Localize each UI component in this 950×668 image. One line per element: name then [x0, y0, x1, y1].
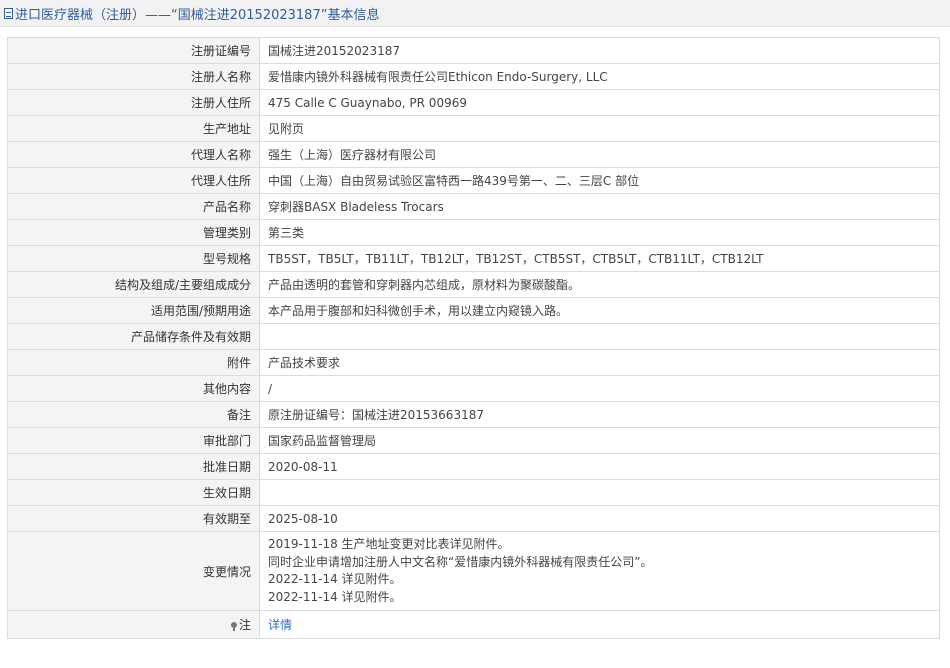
- table-row: 代理人住所 中国（上海）自由贸易试验区富特西一路439号第一、二、三层C 部位: [7, 167, 940, 194]
- field-label-note: 注: [7, 610, 260, 639]
- document-icon: [4, 7, 13, 19]
- field-label-expiry-date: 有效期至: [7, 505, 260, 532]
- table-row: 注册人住所 475 Calle C Guaynabo, PR 00969: [7, 89, 940, 116]
- table-row: 注册人名称 爱惜康内镜外科器械有限责任公司Ethicon Endo-Surger…: [7, 63, 940, 90]
- field-label-changes: 变更情况: [7, 531, 260, 611]
- field-label-model-spec: 型号规格: [7, 245, 260, 272]
- change-line: 2022-11-14 详见附件。: [268, 572, 402, 586]
- field-label-agent-name: 代理人名称: [7, 141, 260, 168]
- table-row: 附件 产品技术要求: [7, 349, 940, 376]
- table-row: 其他内容 /: [7, 375, 940, 402]
- field-label-other: 其他内容: [7, 375, 260, 402]
- field-value-storage: [259, 323, 940, 350]
- field-value-approval-date: 2020-08-11: [259, 453, 940, 480]
- field-label-approval-date: 批准日期: [7, 453, 260, 480]
- table-row: 审批部门 国家药品监督管理局: [7, 427, 940, 454]
- table-row: 结构及组成/主要组成成分 产品由透明的套管和穿刺器内芯组成，原材料为聚碳酸酯。: [7, 271, 940, 298]
- table-row: 有效期至 2025-08-10: [7, 505, 940, 532]
- table-row: 变更情况 2019-11-18 生产地址变更对比表详见附件。 同时企业申请增加注…: [7, 531, 940, 611]
- page-title: 进口医疗器械（注册）——“国械注进20152023187”基本信息: [15, 7, 380, 23]
- field-label-approval-dept: 审批部门: [7, 427, 260, 454]
- field-label-registration-number: 注册证编号: [7, 37, 260, 64]
- field-label-production-address: 生产地址: [7, 115, 260, 142]
- field-label-agent-address: 代理人住所: [7, 167, 260, 194]
- field-value-registrant-address: 475 Calle C Guaynabo, PR 00969: [259, 89, 940, 116]
- pin-icon: [230, 622, 237, 631]
- field-label-registrant-name: 注册人名称: [7, 63, 260, 90]
- field-value-effective-date: [259, 479, 940, 506]
- table-row: 注 详情: [7, 610, 940, 639]
- field-value-expiry-date: 2025-08-10: [259, 505, 940, 532]
- change-line: 2022-11-14 详见附件。: [268, 589, 402, 604]
- details-link[interactable]: 详情: [268, 618, 292, 632]
- field-label-product-name: 产品名称: [7, 193, 260, 220]
- field-value-changes: 2019-11-18 生产地址变更对比表详见附件。 同时企业申请增加注册人中文名…: [259, 531, 940, 611]
- table-row: 备注 原注册证编号：国械注进20153663187: [7, 401, 940, 428]
- field-label-registrant-address: 注册人住所: [7, 89, 260, 116]
- field-value-product-name: 穿刺器BASX Bladeless Trocars: [259, 193, 940, 220]
- table-row: 管理类别 第三类: [7, 219, 940, 246]
- field-label-storage: 产品储存条件及有效期: [7, 323, 260, 350]
- field-value-registration-number: 国械注进20152023187: [259, 37, 940, 64]
- table-row: 代理人名称 强生（上海）医疗器材有限公司: [7, 141, 940, 168]
- field-value-structure: 产品由透明的套管和穿刺器内芯组成，原材料为聚碳酸酯。: [259, 271, 940, 298]
- table-row: 适用范围/预期用途 本产品用于腹部和妇科微创手术，用以建立内窥镜入路。: [7, 297, 940, 324]
- field-value-remarks: 原注册证编号：国械注进20153663187: [259, 401, 940, 428]
- field-label-effective-date: 生效日期: [7, 479, 260, 506]
- field-value-attachment: 产品技术要求: [259, 349, 940, 376]
- field-value-agent-address: 中国（上海）自由贸易试验区富特西一路439号第一、二、三层C 部位: [259, 167, 940, 194]
- table-row: 生效日期: [7, 479, 940, 506]
- field-value-management-class: 第三类: [259, 219, 940, 246]
- field-value-model-spec: TB5ST，TB5LT，TB11LT，TB12LT，TB12ST，CTB5ST，…: [259, 245, 940, 272]
- info-table: 注册证编号 国械注进20152023187 注册人名称 爱惜康内镜外科器械有限责…: [7, 37, 940, 639]
- field-value-other: /: [259, 375, 940, 402]
- field-value-production-address: 见附页: [259, 115, 940, 142]
- table-row: 型号规格 TB5ST，TB5LT，TB11LT，TB12LT，TB12ST，CT…: [7, 245, 940, 272]
- page-header: 进口医疗器械（注册）——“国械注进20152023187”基本信息: [0, 0, 950, 27]
- field-label-structure: 结构及组成/主要组成成分: [7, 271, 260, 298]
- field-value-intended-use: 本产品用于腹部和妇科微创手术，用以建立内窥镜入路。: [259, 297, 940, 324]
- table-row: 产品名称 穿刺器BASX Bladeless Trocars: [7, 193, 940, 220]
- field-label-remarks: 备注: [7, 401, 260, 428]
- field-value-agent-name: 强生（上海）医疗器材有限公司: [259, 141, 940, 168]
- table-row: 生产地址 见附页: [7, 115, 940, 142]
- change-line: 2019-11-18 生产地址变更对比表详见附件。: [268, 537, 510, 551]
- change-line: 同时企业申请增加注册人中文名称“爱惜康内镜外科器械有限责任公司”。: [268, 554, 653, 569]
- field-label-intended-use: 适用范围/预期用途: [7, 297, 260, 324]
- note-label: 注: [238, 618, 251, 632]
- field-value-note: 详情: [259, 610, 940, 639]
- field-value-registrant-name: 爱惜康内镜外科器械有限责任公司Ethicon Endo-Surgery, LLC: [259, 63, 940, 90]
- table-row: 产品储存条件及有效期: [7, 323, 940, 350]
- table-row: 注册证编号 国械注进20152023187: [7, 37, 940, 64]
- field-value-approval-dept: 国家药品监督管理局: [259, 427, 940, 454]
- field-label-attachment: 附件: [7, 349, 260, 376]
- table-row: 批准日期 2020-08-11: [7, 453, 940, 480]
- field-label-management-class: 管理类别: [7, 219, 260, 246]
